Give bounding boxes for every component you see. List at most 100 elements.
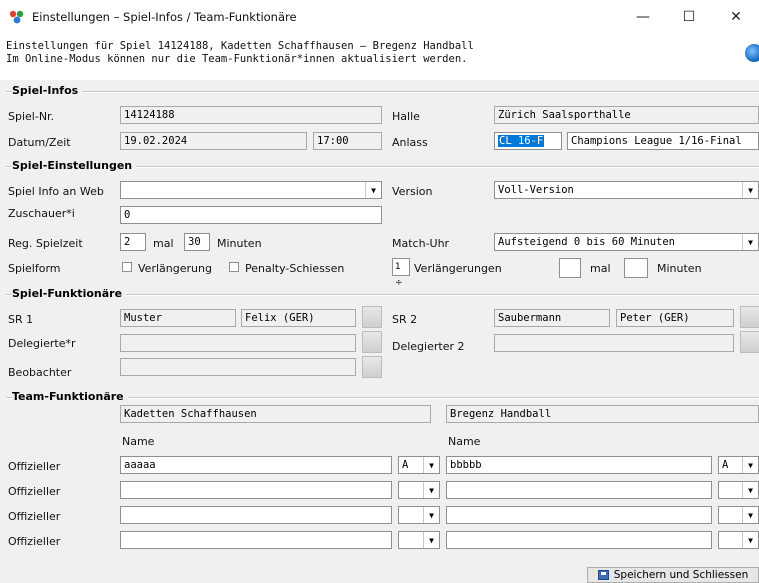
zeit-field[interactable]: 17:00 [313, 132, 382, 150]
anlass-code-field[interactable]: CL 16-F [494, 132, 562, 150]
away-official-field[interactable] [446, 481, 712, 499]
match-uhr-label: Match-Uhr [392, 237, 450, 250]
zuschauer-label: Zuschauer*i [8, 207, 75, 220]
chevron-down-icon[interactable]: ▼ [742, 234, 758, 250]
delegierter2-label: Delegierter 2 [392, 340, 465, 353]
away-official-field[interactable]: bbbbb [446, 456, 712, 474]
name-header-away: Name [448, 435, 481, 448]
offizieller-label: Offizieller [8, 485, 61, 498]
sr2-last-field[interactable]: Saubermann [494, 309, 610, 327]
home-official-field[interactable] [120, 481, 392, 499]
version-select[interactable]: Voll-Version ▼ [494, 181, 759, 199]
verlaengerung-label: Verlängerung [138, 262, 212, 275]
anlass-field[interactable]: Champions League 1/16-Final [567, 132, 759, 150]
version-label: Version [392, 185, 433, 198]
match-uhr-value: Aufsteigend 0 bis 60 Minuten [498, 236, 676, 248]
sr2-label: SR 2 [392, 313, 418, 326]
match-uhr-select[interactable]: Aufsteigend 0 bis 60 Minuten ▼ [494, 233, 759, 251]
verl-count-field[interactable] [559, 258, 581, 278]
chevron-down-icon[interactable]: ▼ [423, 457, 439, 473]
anlass-label: Anlass [392, 136, 428, 149]
home-role-select[interactable]: ▼ [398, 531, 440, 549]
window-title: Einstellungen – Spiel-Infos / Team-Funkt… [32, 10, 297, 24]
section-spiel-einstellungen: Spiel-Einstellungen [12, 159, 137, 172]
section-spiel-funktionaere: Spiel-Funktionäre [12, 287, 127, 300]
spiel-nr-field[interactable]: 14124188 [120, 106, 382, 124]
version-value: Voll-Version [498, 184, 574, 196]
datum-zeit-label: Datum/Zeit [8, 136, 71, 149]
maximize-button[interactable]: ☐ [666, 0, 712, 33]
team-away-field[interactable]: Bregenz Handball [446, 405, 759, 423]
away-official-field[interactable] [446, 531, 712, 549]
sr2-picker-button[interactable] [740, 306, 759, 328]
home-role-select[interactable]: ▼ [398, 506, 440, 524]
spielzeit-minutes-field[interactable]: 30 [184, 233, 210, 251]
verlaengerung-checkbox[interactable] [122, 262, 132, 272]
chevron-down-icon[interactable]: ▼ [742, 182, 758, 198]
chevron-down-icon[interactable]: ▼ [423, 532, 439, 548]
away-role-select[interactable]: ▼ [718, 481, 759, 499]
section-rule [6, 91, 759, 93]
save-and-close-label: Speichern und Schliessen [613, 569, 749, 581]
verl-minutes-field[interactable] [624, 258, 648, 278]
sr2-first-field[interactable]: Peter (GER) [616, 309, 734, 327]
away-official-field[interactable] [446, 506, 712, 524]
chevron-down-icon[interactable]: ▼ [742, 457, 758, 473]
team-home-field[interactable]: Kadetten Schaffhausen [120, 405, 431, 423]
verl-minuten-label: Minuten [657, 262, 702, 275]
mal-label: mal [153, 237, 174, 250]
sr1-first-field[interactable]: Felix (GER) [241, 309, 356, 327]
offizieller-label: Offizieller [8, 510, 61, 523]
zuschauer-field[interactable]: 0 [120, 206, 382, 224]
spiel-info-web-label: Spiel Info an Web [8, 185, 104, 198]
beobachter-field[interactable] [120, 358, 356, 376]
spielform-label: Spielform [8, 262, 61, 275]
reg-spielzeit-label: Reg. Spielzeit [8, 237, 83, 250]
save-and-close-button[interactable]: Speichern und Schliessen [587, 567, 759, 583]
home-role-select[interactable]: A ▼ [398, 456, 440, 474]
delegierte-label: Delegierte*r [8, 337, 76, 350]
beobachter-picker-button[interactable] [362, 356, 382, 378]
home-role-select[interactable]: ▼ [398, 481, 440, 499]
away-role-value: A [722, 459, 729, 471]
penalty-label: Penalty-Schiessen [245, 262, 345, 275]
header-line-2: Im Online-Modus können nur die Team-Funk… [6, 53, 468, 65]
verlaengerungen-spinner[interactable]: 1 ÷ [392, 258, 410, 288]
away-role-select[interactable]: ▼ [718, 531, 759, 549]
away-role-select[interactable]: ▼ [718, 506, 759, 524]
verlaengerungen-count: 1 [395, 262, 401, 272]
halle-field[interactable]: Zürich Saalsporthalle [494, 106, 759, 124]
chevron-down-icon[interactable]: ▼ [423, 482, 439, 498]
verl-mal-label: mal [590, 262, 611, 275]
sr1-last-field[interactable]: Muster [120, 309, 236, 327]
close-button[interactable]: ✕ [713, 0, 759, 33]
datum-field[interactable]: 19.02.2024 [120, 132, 307, 150]
delegierter2-field[interactable] [494, 334, 734, 352]
spiel-info-web-select[interactable]: ▼ [120, 181, 382, 199]
sr1-label: SR 1 [8, 313, 34, 326]
spielzeit-count-field[interactable]: 2 [120, 233, 146, 251]
delegierter2-picker-button[interactable] [740, 331, 759, 353]
home-role-value: A [402, 459, 409, 471]
chevron-down-icon[interactable]: ▼ [365, 182, 381, 198]
minimize-button[interactable]: — [620, 0, 666, 33]
globe-icon[interactable] [745, 44, 759, 62]
spinner-arrows-icon[interactable]: ÷ [395, 278, 403, 288]
chevron-down-icon[interactable]: ▼ [742, 507, 758, 523]
halle-label: Halle [392, 110, 420, 123]
delegierte-field[interactable] [120, 334, 356, 352]
anlass-code-text: CL 16-F [498, 135, 545, 147]
spiel-nr-label: Spiel-Nr. [8, 110, 55, 123]
chevron-down-icon[interactable]: ▼ [423, 507, 439, 523]
delegierte-picker-button[interactable] [362, 331, 382, 353]
home-official-field[interactable] [120, 531, 392, 549]
home-official-field[interactable]: aaaaa [120, 456, 392, 474]
verlaengerungen-label: Verlängerungen [414, 262, 502, 275]
penalty-checkbox[interactable] [229, 262, 239, 272]
chevron-down-icon[interactable]: ▼ [742, 482, 758, 498]
away-role-select[interactable]: A ▼ [718, 456, 759, 474]
home-official-field[interactable] [120, 506, 392, 524]
minuten-label: Minuten [217, 237, 262, 250]
chevron-down-icon[interactable]: ▼ [742, 532, 758, 548]
sr1-picker-button[interactable] [362, 306, 382, 328]
